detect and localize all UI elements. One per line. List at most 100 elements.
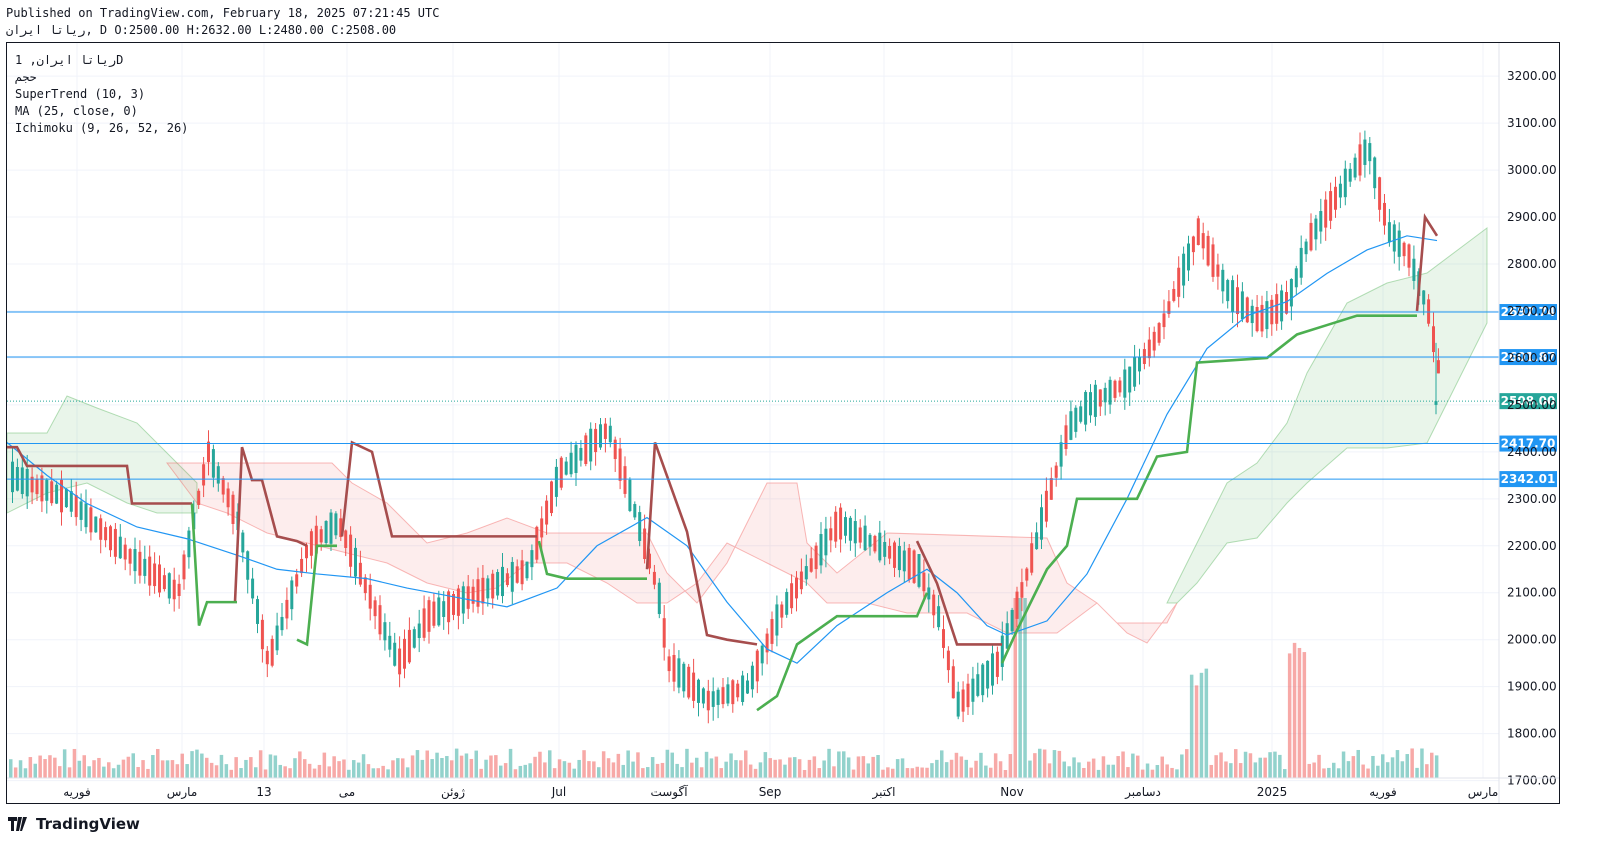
candle xyxy=(937,606,941,628)
volume-bar xyxy=(1332,762,1336,778)
volume-bar xyxy=(1253,762,1258,778)
candle xyxy=(1157,323,1161,343)
x-tick-label: مارس xyxy=(1468,785,1499,800)
volume-bar xyxy=(1248,753,1253,778)
volume-bar xyxy=(396,758,400,778)
candle xyxy=(251,578,255,599)
volume-bar xyxy=(788,757,792,778)
candle xyxy=(1152,331,1156,351)
volume-bar xyxy=(474,750,478,778)
volume-bar xyxy=(1292,642,1297,778)
candle xyxy=(25,468,29,497)
candle xyxy=(863,525,867,551)
volume-bar xyxy=(832,766,836,778)
candle xyxy=(1324,199,1328,228)
candle xyxy=(741,675,745,702)
volume-bar xyxy=(935,759,939,778)
y-tick-label: 1700.00 xyxy=(1507,774,1557,788)
y-tick-label: 2200.00 xyxy=(1507,539,1557,553)
volume-bar xyxy=(993,753,998,778)
candle xyxy=(123,544,127,560)
legend-ichimoku[interactable]: Ichimoku (9, 26, 52, 26) xyxy=(15,121,188,135)
volume-bar xyxy=(1091,758,1096,778)
volume-bar xyxy=(1258,757,1262,778)
candle xyxy=(1172,288,1176,301)
candle xyxy=(378,605,382,635)
candle xyxy=(809,558,813,572)
volume-bar xyxy=(1087,761,1091,778)
candle xyxy=(1089,392,1092,416)
candle xyxy=(1338,183,1342,198)
volume-bar xyxy=(1434,755,1439,778)
candle xyxy=(109,526,112,551)
volume-bar xyxy=(1327,767,1331,778)
candle xyxy=(1069,411,1073,440)
candle xyxy=(603,423,607,439)
candle xyxy=(290,580,294,610)
candle xyxy=(1162,313,1166,328)
ichimoku-cloud-green xyxy=(7,395,198,514)
volume-bar xyxy=(234,757,238,778)
candle xyxy=(491,573,495,599)
volume-bar xyxy=(1038,748,1042,778)
candle xyxy=(211,449,215,478)
candle xyxy=(368,584,372,609)
volume-bar xyxy=(920,767,924,778)
volume-bar xyxy=(729,753,733,778)
volume-bar xyxy=(1302,652,1307,778)
volume-bar xyxy=(1023,598,1027,778)
volume-bar xyxy=(445,756,449,778)
candle xyxy=(285,599,289,619)
volume-bar xyxy=(552,768,557,778)
y-tick-label: 2300.00 xyxy=(1507,492,1557,506)
volume-bar xyxy=(680,767,684,778)
candle xyxy=(216,466,220,484)
candle xyxy=(1280,290,1284,322)
candle xyxy=(476,579,480,607)
volume-bar xyxy=(77,760,82,778)
legend-supertrend[interactable]: SuperTrend (10, 3) xyxy=(15,87,145,101)
candle xyxy=(667,656,671,672)
volume-bar xyxy=(484,759,488,778)
candle xyxy=(1387,222,1391,243)
candle xyxy=(844,517,847,536)
candle xyxy=(270,638,274,666)
candle xyxy=(187,530,191,558)
volume-bar xyxy=(141,760,145,778)
price-chart[interactable]: 2697.742601.872508.002417.702342.013200.… xyxy=(7,43,1559,803)
volume-bar xyxy=(626,750,630,778)
volume-bar xyxy=(43,759,47,778)
volume-bar xyxy=(283,766,287,778)
footer-brand: TradingView xyxy=(8,815,140,833)
volume-bar xyxy=(802,769,807,778)
volume-bar xyxy=(1096,769,1101,778)
volume-bar xyxy=(827,748,831,778)
candle xyxy=(118,536,122,559)
volume-bar xyxy=(420,759,425,778)
volume-bar xyxy=(1121,751,1125,778)
candle xyxy=(309,531,313,556)
ohlc-info: ریاتا ایران, D O:2500.00 H:2632.00 L:248… xyxy=(6,23,397,37)
candle xyxy=(358,562,362,585)
volume-bar xyxy=(33,763,37,778)
volume-bar xyxy=(430,759,434,778)
legend-ma[interactable]: MA (25, close, 0) xyxy=(15,104,138,118)
volume-bar xyxy=(601,751,606,778)
volume-bar xyxy=(768,758,772,778)
candle xyxy=(442,601,446,617)
volume-bar xyxy=(846,757,851,778)
candle xyxy=(197,490,201,505)
candle xyxy=(662,618,666,648)
candle xyxy=(1240,291,1244,320)
volume-bar xyxy=(1312,762,1316,778)
volume-bar xyxy=(1160,756,1164,778)
candle xyxy=(736,683,740,698)
candle xyxy=(657,582,661,615)
volume-bar xyxy=(1390,757,1395,778)
candle xyxy=(721,687,725,705)
candle xyxy=(148,556,152,586)
candle xyxy=(550,481,553,514)
volume-bar xyxy=(1273,751,1277,778)
x-tick-label: Sep xyxy=(759,785,782,799)
volume-bar xyxy=(190,751,194,778)
